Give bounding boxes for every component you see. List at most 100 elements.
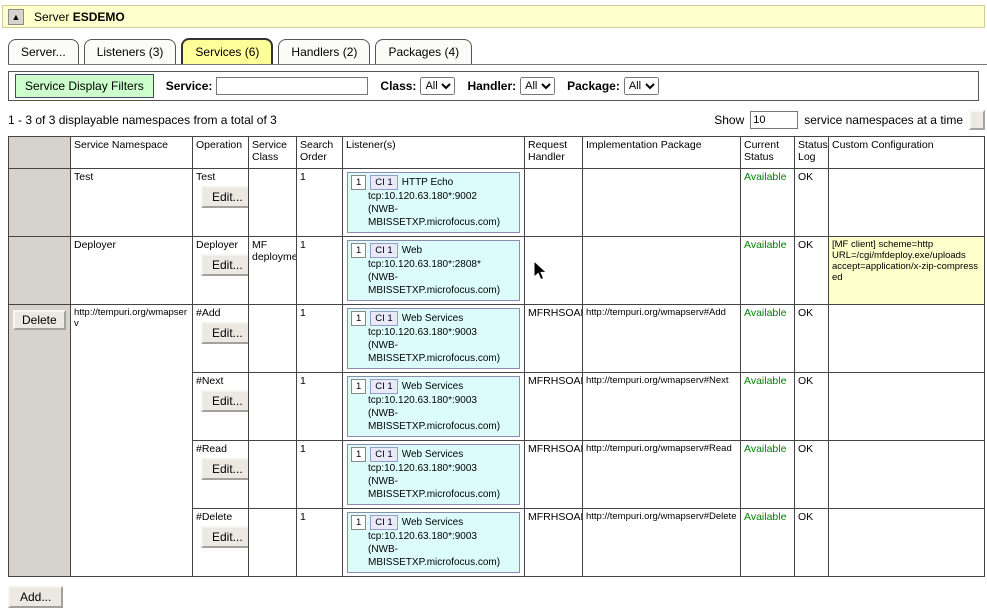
edit-button[interactable]: Edit... [201, 322, 249, 344]
listener-ci-badge: CI 1 [370, 447, 397, 462]
listener-ci-badge: CI 1 [370, 243, 397, 258]
custom-configuration-cell: [MF client] scheme=http URL=/cgi/mfdeplo… [829, 237, 985, 305]
namespace-cell: http://tempuri.org/wmapserv [71, 305, 193, 577]
listener-entry: 1 CI 1 HTTP Echo tcp:10.120.63.180*:9002… [347, 172, 520, 233]
listener-number-badge: 1 [351, 515, 366, 530]
current-status-cell: Available [741, 237, 795, 305]
listener-ci-badge: CI 1 [370, 175, 397, 190]
implementation-package-cell [583, 169, 741, 237]
listener-cell: 1 CI 1 Web tcp:10.120.63.180*:2808* (NWB… [343, 237, 525, 305]
listener-host: (NWB-MBISSETXP.microfocus.com) [351, 339, 516, 365]
operation-name: Test [196, 171, 245, 183]
server-label: Server [34, 10, 69, 24]
listener-address: tcp:10.120.63.180*:9003 [351, 462, 516, 475]
tab-handlers[interactable]: Handlers (2) [278, 39, 370, 64]
listener-name: HTTP Echo [402, 176, 454, 189]
current-status-cell: Available [741, 509, 795, 577]
page-nav-button[interactable] [969, 110, 985, 130]
operation-name: #Delete [196, 511, 245, 523]
row-actions-cell: Delete [9, 305, 71, 577]
show-count-input[interactable] [750, 111, 798, 129]
listener-ci-badge: CI 1 [370, 311, 397, 326]
listener-host: (NWB-MBISSETXP.microfocus.com) [351, 543, 516, 569]
service-class-cell [249, 305, 297, 373]
operation-cell: #Read Edit... [193, 441, 249, 509]
implementation-package-cell: http://tempuri.org/wmapserv#Add [583, 305, 741, 373]
listener-cell: 1 CI 1 Web Services tcp:10.120.63.180*:9… [343, 509, 525, 577]
implementation-package-cell [583, 237, 741, 305]
tab-listeners[interactable]: Listeners (3) [84, 39, 177, 64]
request-handler-cell [525, 169, 583, 237]
namespace-cell: Deployer [71, 237, 193, 305]
listener-number-badge: 1 [351, 447, 366, 462]
edit-button[interactable]: Edit... [201, 526, 249, 548]
custom-configuration-cell [829, 305, 985, 373]
add-button[interactable]: Add... [8, 586, 63, 608]
custom-configuration-cell [829, 441, 985, 509]
edit-button[interactable]: Edit... [201, 254, 249, 276]
show-label: Show [714, 113, 744, 127]
listener-name: Web [402, 244, 422, 257]
header-service-class: Service Class [249, 137, 297, 169]
status-log-cell: OK [795, 237, 829, 305]
implementation-package-cell: http://tempuri.org/wmapserv#Next [583, 373, 741, 441]
collapse-triangle-icon[interactable]: ▲ [8, 9, 24, 25]
header-current-status: Current Status [741, 137, 795, 169]
server-name: ESDEMO [73, 10, 125, 24]
request-handler-cell: MFRHSOAP [525, 373, 583, 441]
listener-cell: 1 CI 1 Web Services tcp:10.120.63.180*:9… [343, 305, 525, 373]
search-order-cell: 1 [297, 373, 343, 441]
listener-entry: 1 CI 1 Web Services tcp:10.120.63.180*:9… [347, 376, 520, 437]
tab-services[interactable]: Services (6) [181, 38, 273, 64]
search-order-cell: 1 [297, 509, 343, 577]
listener-number-badge: 1 [351, 243, 366, 258]
listener-address: tcp:10.120.63.180*:9002 [351, 190, 516, 203]
edit-button[interactable]: Edit... [201, 186, 249, 208]
search-order-cell: 1 [297, 169, 343, 237]
request-handler-cell: MFRHSOAP [525, 509, 583, 577]
handler-filter-select[interactable]: All [520, 77, 555, 95]
operation-cell: #Delete Edit... [193, 509, 249, 577]
display-summary: 1 - 3 of 3 displayable namespaces from a… [8, 113, 277, 127]
status-log-cell: OK [795, 509, 829, 577]
row-actions-cell [9, 169, 71, 237]
header-service-namespace: Service Namespace [71, 137, 193, 169]
operation-cell: #Add Edit... [193, 305, 249, 373]
service-filter-input[interactable] [216, 77, 368, 95]
listener-ci-badge: CI 1 [370, 515, 397, 530]
edit-button[interactable]: Edit... [201, 390, 249, 412]
implementation-package-cell: http://tempuri.org/wmapserv#Read [583, 441, 741, 509]
operation-cell: Test Edit... [193, 169, 249, 237]
tab-server[interactable]: Server... [8, 39, 79, 64]
listener-entry: 1 CI 1 Web Services tcp:10.120.63.180*:9… [347, 308, 520, 369]
header-actions [9, 137, 71, 169]
listener-cell: 1 CI 1 Web Services tcp:10.120.63.180*:9… [343, 441, 525, 509]
listener-address: tcp:10.120.63.180*:2808* [351, 258, 516, 271]
package-filter-select[interactable]: All [624, 77, 659, 95]
header-operation: Operation [193, 137, 249, 169]
listener-name: Web Services [402, 516, 464, 529]
table-row: Delete http://tempuri.org/wmapserv #Add … [9, 305, 985, 373]
tab-packages[interactable]: Packages (4) [375, 39, 472, 64]
listener-name: Web Services [402, 312, 464, 325]
package-filter-label: Package: [567, 79, 620, 93]
delete-button[interactable]: Delete [13, 310, 66, 330]
class-filter-select[interactable]: All [420, 77, 455, 95]
services-table: Service Namespace Operation Service Clas… [8, 136, 985, 577]
search-order-cell: 1 [297, 237, 343, 305]
request-handler-cell [525, 237, 583, 305]
listener-host: (NWB-MBISSETXP.microfocus.com) [351, 475, 516, 501]
operation-name: #Read [196, 443, 245, 455]
table-row: Test Test Edit... 1 1 CI 1 HTTP Echo tcp… [9, 169, 985, 237]
custom-config-text: [MF client] scheme=http URL=/cgi/mfdeplo… [832, 239, 981, 283]
listener-address: tcp:10.120.63.180*:9003 [351, 530, 516, 543]
header-listeners: Listener(s) [343, 137, 525, 169]
listener-name: Web Services [402, 380, 464, 393]
operation-cell: Deployer Edit... [193, 237, 249, 305]
operation-cell: #Next Edit... [193, 373, 249, 441]
search-order-cell: 1 [297, 441, 343, 509]
edit-button[interactable]: Edit... [201, 458, 249, 480]
header-implementation-package: Implementation Package [583, 137, 741, 169]
handler-filter-label: Handler: [467, 79, 516, 93]
listener-name: Web Services [402, 448, 464, 461]
